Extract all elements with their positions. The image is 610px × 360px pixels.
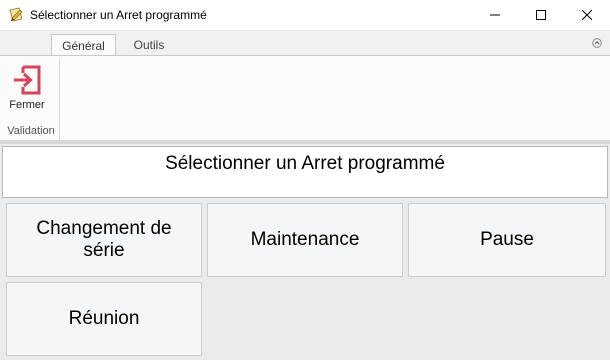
ribbon-tab-strip: Général Outils [0, 30, 610, 56]
option-changement-de-serie-button[interactable]: Changement de série [6, 203, 202, 277]
minimize-button[interactable] [472, 0, 518, 30]
tab-general[interactable]: Général [51, 34, 116, 56]
title-bar: Sélectionner un Arret programmé [0, 0, 610, 30]
option-label: Pause [480, 229, 534, 250]
pencil-note-icon [9, 7, 23, 22]
maximize-button[interactable] [518, 0, 564, 30]
option-label: Maintenance [250, 229, 360, 250]
collapse-ribbon-icon[interactable] [592, 38, 602, 48]
ribbon-group-validation: Fermer Validation [2, 58, 60, 140]
window-title: Sélectionner un Arret programmé [30, 8, 207, 22]
option-label: Réunion [68, 308, 140, 329]
main-content: Sélectionner un Arret programmé Changeme… [0, 141, 610, 360]
page-title: Sélectionner un Arret programmé [165, 153, 445, 174]
ribbon-group-label: Validation [7, 125, 55, 137]
option-maintenance-button[interactable]: Maintenance [207, 203, 403, 277]
close-icon [582, 10, 592, 20]
close-button[interactable] [564, 0, 610, 30]
fermer-button[interactable]: Fermer [5, 60, 49, 116]
fermer-button-label: Fermer [9, 99, 45, 111]
tab-outils[interactable]: Outils [122, 34, 176, 56]
ribbon-panel: Fermer Validation [0, 55, 610, 141]
option-reunion-button[interactable]: Réunion [6, 282, 202, 356]
option-label: Changement de série [36, 218, 172, 261]
minimize-icon [490, 14, 500, 16]
selection-header: Sélectionner un Arret programmé [2, 146, 608, 198]
exit-icon [14, 65, 41, 95]
maximize-icon [536, 10, 546, 20]
option-pause-button[interactable]: Pause [408, 203, 606, 277]
